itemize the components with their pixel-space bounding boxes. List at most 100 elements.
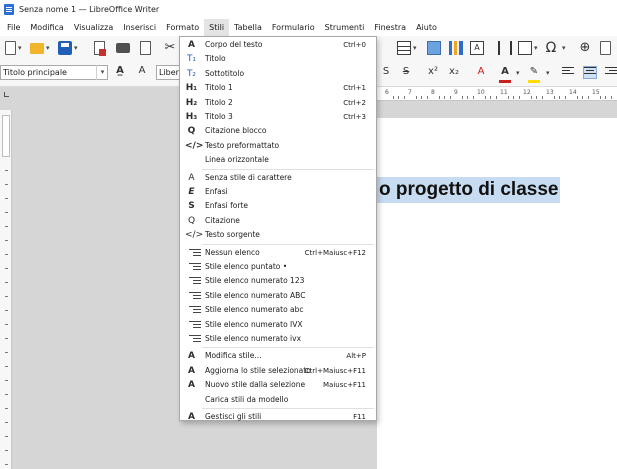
- chevron-down-icon[interactable]: ▾: [534, 44, 538, 52]
- styles-menu-item[interactable]: Stile elenco numerato ABC: [180, 289, 376, 303]
- font-name-select[interactable]: Libera: [156, 65, 180, 80]
- menu-stili[interactable]: Stili: [204, 19, 230, 36]
- chevron-down-icon[interactable]: ▾: [74, 44, 78, 52]
- styles-menu-item[interactable]: Stile elenco numerato ivx: [180, 332, 376, 346]
- styles-menu-item[interactable]: Nessun elenco Ctrl+Maiusc+F12: [180, 246, 376, 260]
- ruler-tick: [553, 96, 555, 99]
- styles-menu-item[interactable]: Stile elenco numerato IVX: [180, 318, 376, 332]
- chevron-down-icon[interactable]: ▾: [562, 44, 566, 52]
- font-color-icon[interactable]: A: [497, 64, 513, 80]
- styles-menu-item[interactable]: Stile elenco puntato •: [180, 260, 376, 274]
- hyperlink-icon[interactable]: ⊕: [578, 41, 592, 55]
- horizontal-ruler[interactable]: 6 7 8 9 10 11 12 13 14 15: [377, 87, 617, 101]
- styles-menu-item[interactable]: H₂ Titolo 2 Ctrl+2: [180, 96, 376, 110]
- menu-item-shortcut: Ctrl+1: [343, 84, 366, 93]
- ruler-tick: [599, 96, 601, 99]
- styles-menu-item[interactable]: A Aggiorna lo stile selezionato Ctrl+Maius…: [180, 364, 376, 378]
- insert-table-icon[interactable]: [397, 41, 411, 55]
- menu-item-shortcut: Alt+P: [346, 352, 366, 361]
- menu-formato[interactable]: Formato: [161, 19, 204, 36]
- styles-menu-item[interactable]: T₁ Titolo: [180, 52, 376, 66]
- new-style-icon[interactable]: A: [134, 63, 150, 79]
- styles-menu-item[interactable]: A Modifica stile... Alt+P: [180, 349, 376, 363]
- highlight-icon[interactable]: ✎: [526, 64, 542, 80]
- ruler-tick: [5, 436, 8, 437]
- ruler-tick: [484, 96, 486, 99]
- save-icon[interactable]: [58, 41, 72, 55]
- heading-2-icon: H₂: [185, 97, 198, 108]
- styles-menu-item[interactable]: A Senza stile di carattere: [180, 171, 376, 185]
- footnote-icon[interactable]: [600, 41, 611, 55]
- styles-menu-item[interactable]: A Gestisci gli stili F11: [180, 410, 376, 424]
- styles-menu-item[interactable]: H₃ Titolo 3 Ctrl+3: [180, 110, 376, 124]
- menu-tabella[interactable]: Tabella: [229, 19, 267, 36]
- styles-menu-item[interactable]: E Enfasi: [180, 185, 376, 199]
- chevron-down-icon[interactable]: ▾: [546, 69, 550, 77]
- print-icon[interactable]: [116, 43, 130, 53]
- ruler-tick: [5, 394, 8, 395]
- menu-finestra[interactable]: Finestra: [369, 19, 411, 36]
- chevron-down-icon[interactable]: ▾: [516, 69, 520, 77]
- insert-field-icon[interactable]: [518, 41, 532, 55]
- styles-menu-item[interactable]: </> Testo sorgente: [180, 228, 376, 242]
- styles-menu-item[interactable]: Q Citazione blocco: [180, 124, 376, 138]
- vertical-ruler[interactable]: [0, 110, 12, 469]
- menu-visualizza[interactable]: Visualizza: [69, 19, 118, 36]
- styles-menu-item[interactable]: H₁ Titolo 1 Ctrl+1: [180, 81, 376, 95]
- insert-chart-icon[interactable]: [449, 41, 463, 55]
- new-document-icon[interactable]: [5, 41, 16, 55]
- styles-menu-item[interactable]: </> Testo preformattato: [180, 139, 376, 153]
- menu-file[interactable]: File: [2, 19, 25, 36]
- export-pdf-icon[interactable]: [94, 41, 106, 56]
- ruler-tick: [559, 96, 560, 99]
- ruler-tick: [5, 338, 8, 339]
- styles-menu-item[interactable]: A Corpo del testo Ctrl+0: [180, 38, 376, 52]
- menu-inserisci[interactable]: Inserisci: [118, 19, 161, 36]
- chevron-down-icon[interactable]: ▾: [18, 44, 22, 52]
- menu-formulario[interactable]: Formulario: [267, 19, 320, 36]
- styles-menu-item[interactable]: Carica stili da modello: [180, 393, 376, 407]
- menu-item-label: Carica stili da modello: [205, 394, 289, 404]
- styles-menu-item[interactable]: T₂ Sottotitolo: [180, 67, 376, 81]
- subscript-button[interactable]: x₂: [446, 64, 462, 80]
- window-title: Senza nome 1 — LibreOffice Writer: [19, 5, 160, 14]
- document-page[interactable]: [377, 118, 617, 469]
- selected-heading-text[interactable]: o progetto di classe: [377, 177, 561, 203]
- menu-aiuto[interactable]: Aiuto: [411, 19, 442, 36]
- ruler-tick: [605, 96, 606, 99]
- align-right-icon[interactable]: [605, 67, 617, 78]
- insert-textbox-icon[interactable]: A: [470, 41, 484, 55]
- styles-menu-item[interactable]: Linea orizzontale: [180, 153, 376, 167]
- styles-menu-item[interactable]: Q Citazione: [180, 214, 376, 228]
- align-left-icon[interactable]: [562, 67, 574, 78]
- align-center-icon[interactable]: [583, 66, 597, 79]
- menu-item-label: Titolo 2: [205, 97, 233, 107]
- menu-modifica[interactable]: Modifica: [25, 19, 68, 36]
- insert-image-icon[interactable]: [427, 41, 441, 55]
- chevron-down-icon[interactable]: ▾: [46, 44, 50, 52]
- update-style-icon[interactable]: A̲: [112, 63, 128, 79]
- styles-menu-item[interactable]: Stile elenco numerato 123: [180, 274, 376, 288]
- styles-menu-item[interactable]: S Enfasi forte: [180, 199, 376, 213]
- strikethrough-button[interactable]: S: [398, 64, 414, 80]
- superscript-button[interactable]: x²: [425, 64, 441, 80]
- shadow-button[interactable]: S: [378, 64, 394, 80]
- ruler-number: 10: [477, 89, 485, 96]
- ruler-tick: [426, 96, 428, 99]
- chevron-down-icon[interactable]: ▾: [96, 65, 108, 80]
- title-icon: T₁: [186, 54, 197, 65]
- quotation-icon: Q: [187, 215, 196, 226]
- clear-formatting-icon[interactable]: A: [473, 64, 489, 80]
- menu-item-shortcut: Ctrl+2: [343, 98, 366, 107]
- print-preview-icon[interactable]: [140, 41, 151, 55]
- cut-icon[interactable]: ✂: [163, 41, 177, 55]
- page-break-icon[interactable]: [498, 41, 512, 55]
- ruler-tick: [5, 184, 8, 185]
- styles-menu-item[interactable]: A Nuovo stile dalla selezione Maiusc+F11: [180, 378, 376, 392]
- menu-strumenti[interactable]: Strumenti: [320, 19, 370, 36]
- chevron-down-icon[interactable]: ▾: [413, 44, 417, 52]
- paragraph-style-select[interactable]: Titolo principale: [0, 65, 108, 80]
- special-character-icon[interactable]: Ω: [544, 41, 558, 55]
- open-folder-icon[interactable]: [30, 43, 44, 54]
- styles-menu-item[interactable]: Stile elenco numerato abc: [180, 303, 376, 317]
